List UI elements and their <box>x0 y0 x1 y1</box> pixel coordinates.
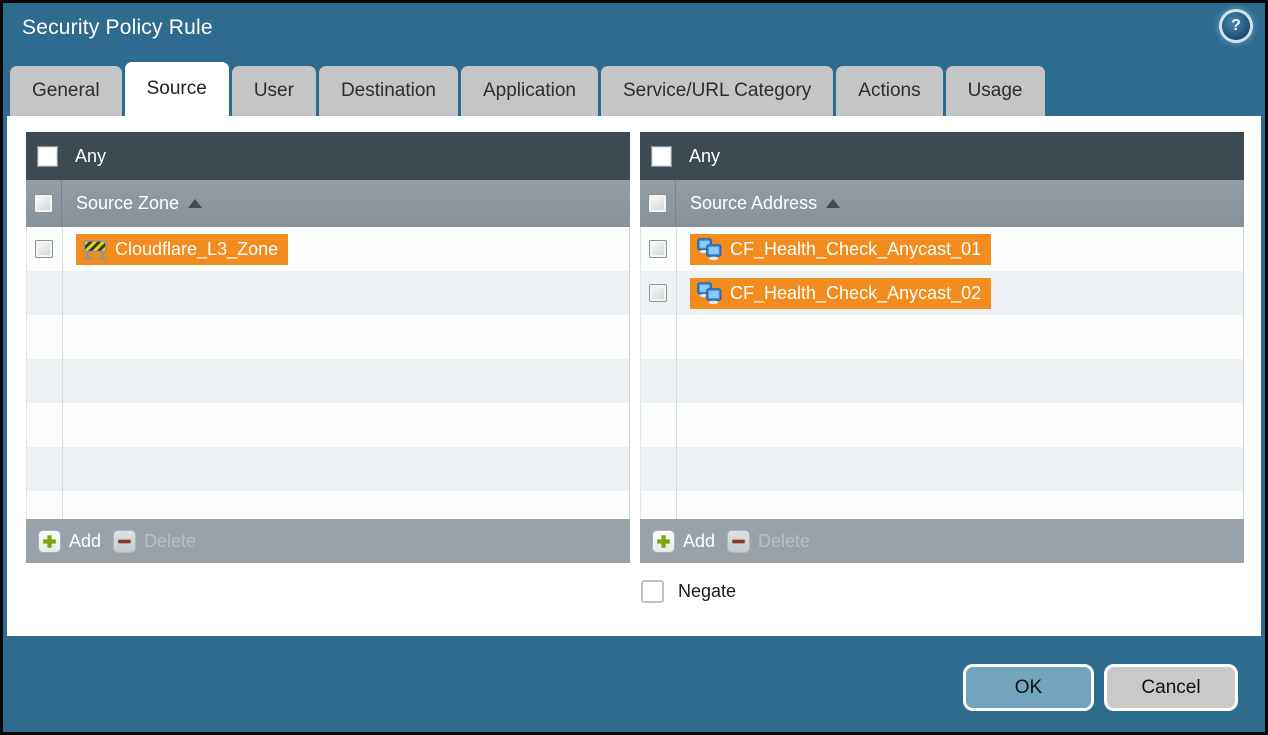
table-row: CF_Health_Check_Anycast_02 <box>641 271 1243 315</box>
sort-asc-icon <box>188 199 202 208</box>
add-icon <box>652 530 675 553</box>
add-button[interactable]: Add <box>652 530 715 553</box>
source-zone-footer: Add Delete <box>26 519 630 563</box>
row-checkbox[interactable] <box>649 240 667 258</box>
tab-destination[interactable]: Destination <box>319 66 458 116</box>
ok-button[interactable]: OK <box>963 664 1094 711</box>
cancel-button[interactable]: Cancel <box>1104 664 1238 711</box>
row-checkbox[interactable] <box>649 284 667 302</box>
zone-item-label: Cloudflare_L3_Zone <box>115 239 278 260</box>
security-policy-rule-dialog: Security Policy Rule ? General Source Us… <box>0 0 1268 735</box>
source-address-selectall-checkbox[interactable] <box>648 194 667 213</box>
address-item-label: CF_Health_Check_Anycast_02 <box>730 283 981 304</box>
source-zone-panel: Any Source Zone <box>26 132 630 563</box>
negate-row: Negate <box>641 580 736 603</box>
zone-item-chip[interactable]: Cloudflare_L3_Zone <box>76 234 288 265</box>
source-zone-selectall-checkbox[interactable] <box>34 194 53 213</box>
tab-general[interactable]: General <box>10 66 122 116</box>
delete-icon <box>113 530 136 553</box>
address-item-label: CF_Health_Check_Anycast_01 <box>730 239 981 260</box>
address-icon <box>697 282 722 305</box>
source-zone-any-label: Any <box>75 146 106 167</box>
add-button[interactable]: Add <box>38 530 101 553</box>
source-zone-any-row: Any <box>26 132 630 180</box>
delete-button[interactable]: Delete <box>727 530 810 553</box>
row-checkbox[interactable] <box>35 240 53 258</box>
source-address-any-checkbox[interactable] <box>651 146 672 167</box>
source-address-column-header[interactable]: Source Address <box>640 180 1244 227</box>
source-zone-any-checkbox[interactable] <box>37 146 58 167</box>
zone-icon <box>83 239 107 260</box>
source-address-any-label: Any <box>689 146 720 167</box>
source-zone-list: Cloudflare_L3_Zone <box>26 227 630 519</box>
address-item-chip[interactable]: CF_Health_Check_Anycast_02 <box>690 278 991 309</box>
negate-label: Negate <box>678 581 736 602</box>
tab-usage[interactable]: Usage <box>946 66 1045 116</box>
tab-source[interactable]: Source <box>125 62 229 116</box>
source-address-any-row: Any <box>640 132 1244 180</box>
delete-icon <box>727 530 750 553</box>
table-row: Cloudflare_L3_Zone <box>27 227 629 271</box>
tab-actions[interactable]: Actions <box>836 66 942 116</box>
source-zone-column-header[interactable]: Source Zone <box>26 180 630 227</box>
source-address-column-title: Source Address <box>690 193 817 214</box>
source-tab-content: Any Source Zone <box>7 116 1261 636</box>
help-icon[interactable]: ? <box>1222 12 1250 40</box>
add-icon <box>38 530 61 553</box>
tab-user[interactable]: User <box>232 66 316 116</box>
tab-application[interactable]: Application <box>461 66 598 116</box>
table-row: CF_Health_Check_Anycast_01 <box>641 227 1243 271</box>
source-address-panel: Any Source Address <box>640 132 1244 563</box>
dialog-title: Security Policy Rule <box>22 16 213 40</box>
tab-service-url-category[interactable]: Service/URL Category <box>601 66 833 116</box>
address-icon <box>697 238 722 261</box>
source-address-list: CF_Health_Check_Anycast_01 <box>640 227 1244 519</box>
delete-button[interactable]: Delete <box>113 530 196 553</box>
address-item-chip[interactable]: CF_Health_Check_Anycast_01 <box>690 234 991 265</box>
tab-bar: General Source User Destination Applicat… <box>10 66 1045 116</box>
source-address-footer: Add Delete <box>640 519 1244 563</box>
source-zone-column-title: Source Zone <box>76 193 179 214</box>
negate-checkbox[interactable] <box>641 580 664 603</box>
sort-asc-icon <box>826 199 840 208</box>
